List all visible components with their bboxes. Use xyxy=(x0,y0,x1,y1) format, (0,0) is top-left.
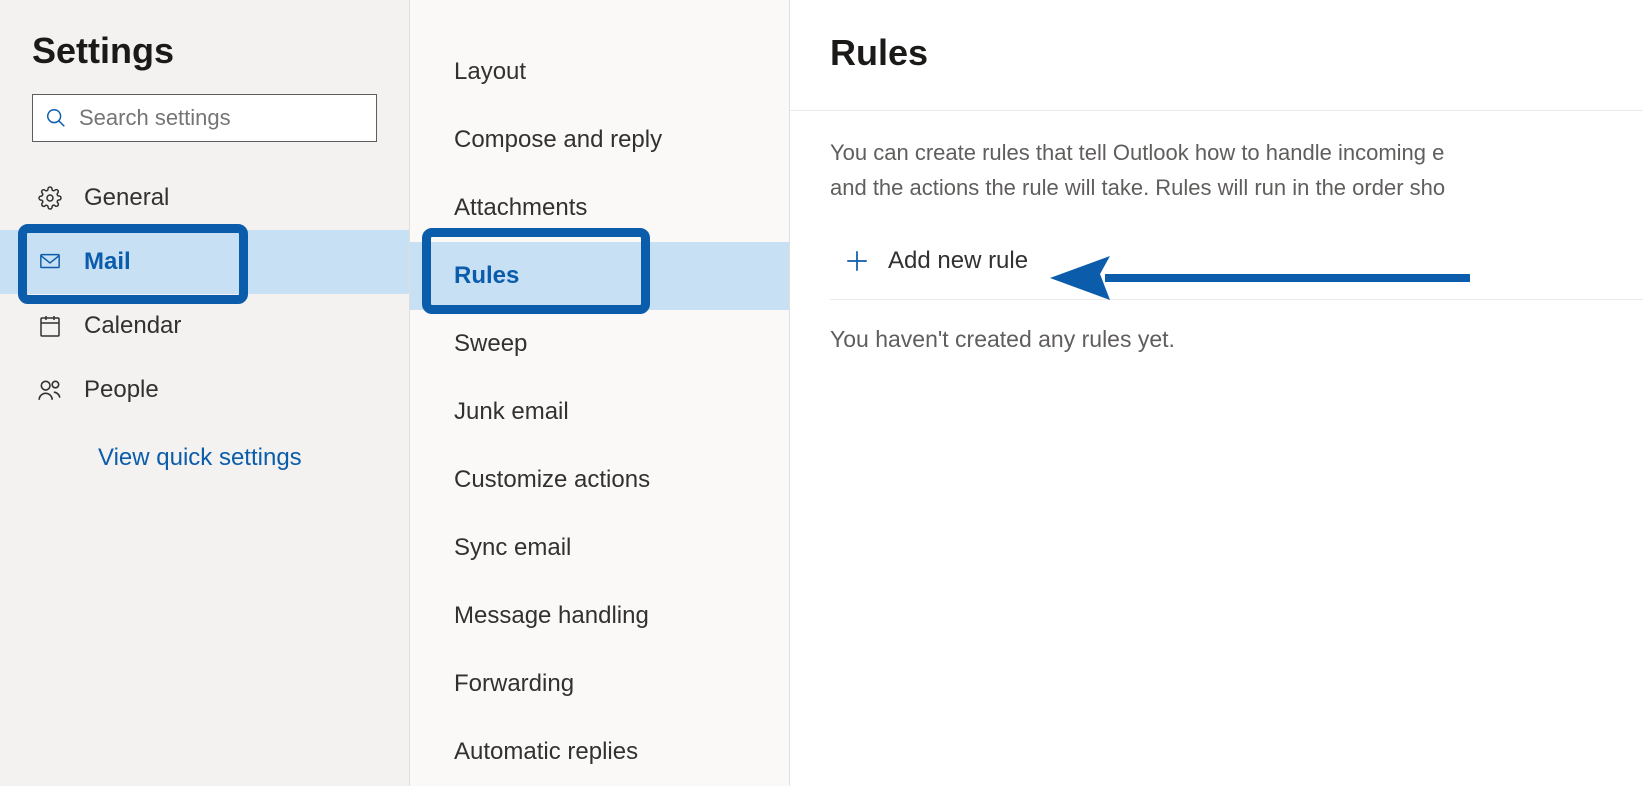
subnav-item-label: Customize actions xyxy=(454,466,650,493)
sidebar-item-label: People xyxy=(84,376,159,404)
search-input[interactable] xyxy=(79,105,364,131)
subnav-item-automatic-replies[interactable]: Automatic replies xyxy=(410,718,789,786)
subnav-item-attachments[interactable]: Attachments xyxy=(410,174,789,242)
subnav-item-label: Message handling xyxy=(454,602,649,629)
subnav-item-customize-actions[interactable]: Customize actions xyxy=(410,446,789,514)
subnav-item-label: Automatic replies xyxy=(454,738,638,765)
mail-icon xyxy=(36,248,64,276)
view-quick-settings-link[interactable]: View quick settings xyxy=(0,422,409,472)
add-new-rule-button[interactable]: Add new rule xyxy=(844,235,1028,287)
main-content: Rules You can create rules that tell Out… xyxy=(790,0,1643,786)
subnav-item-compose-reply[interactable]: Compose and reply xyxy=(410,106,789,174)
plus-icon xyxy=(844,248,870,274)
subnav-item-message-handling[interactable]: Message handling xyxy=(410,582,789,650)
subnav-item-label: Attachments xyxy=(454,194,587,221)
sidebar-item-label: Calendar xyxy=(84,312,181,340)
page-title: Rules xyxy=(830,32,1643,74)
subnav-item-label: Forwarding xyxy=(454,670,574,697)
subnav-item-sweep[interactable]: Sweep xyxy=(410,310,789,378)
empty-rules-message: You haven't created any rules yet. xyxy=(830,326,1643,353)
settings-sidebar: Settings General Mail xyxy=(0,0,410,786)
sidebar-item-label: General xyxy=(84,184,169,212)
subnav-item-label: Junk email xyxy=(454,398,569,425)
sidebar-item-label: Mail xyxy=(84,248,131,276)
calendar-icon xyxy=(36,312,64,340)
sidebar-item-calendar[interactable]: Calendar xyxy=(0,294,409,358)
subnav-item-label: Layout xyxy=(454,58,526,85)
add-rule-label: Add new rule xyxy=(888,247,1028,275)
people-icon xyxy=(36,376,64,404)
subnav-item-sync-email[interactable]: Sync email xyxy=(410,514,789,582)
search-icon xyxy=(45,107,67,129)
sidebar-item-general[interactable]: General xyxy=(0,166,409,230)
subnav-item-label: Rules xyxy=(454,262,519,289)
subnav-item-layout[interactable]: Layout xyxy=(410,38,789,106)
subnav-item-label: Compose and reply xyxy=(454,126,662,153)
subnav-item-rules[interactable]: Rules xyxy=(410,242,789,310)
subnav-item-junk-email[interactable]: Junk email xyxy=(410,378,789,446)
subnav-sidebar: Layout Compose and reply Attachments Rul… xyxy=(410,0,790,786)
rules-description: You can create rules that tell Outlook h… xyxy=(830,135,1643,205)
arrow-annotation xyxy=(1050,246,1480,321)
divider xyxy=(830,299,1643,300)
gear-icon xyxy=(36,184,64,212)
settings-title: Settings xyxy=(0,30,409,94)
subnav-item-label: Sweep xyxy=(454,330,527,357)
subnav-item-forwarding[interactable]: Forwarding xyxy=(410,650,789,718)
divider xyxy=(790,110,1643,111)
search-settings-box[interactable] xyxy=(32,94,377,142)
sidebar-item-people[interactable]: People xyxy=(0,358,409,422)
subnav-item-label: Sync email xyxy=(454,534,571,561)
sidebar-item-mail[interactable]: Mail xyxy=(0,230,409,294)
